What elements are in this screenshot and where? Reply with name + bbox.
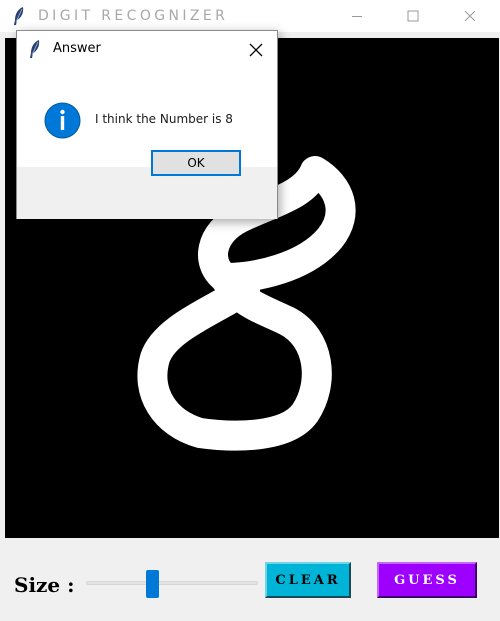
guess-button[interactable]: GUESS — [377, 562, 477, 598]
maximize-icon — [407, 10, 419, 22]
size-label: Size : — [14, 573, 75, 597]
size-slider-track[interactable] — [86, 581, 258, 585]
window-title: DIGIT RECOGNIZER — [38, 8, 229, 24]
dialog-message: I think the Number is 8 — [95, 112, 233, 126]
close-icon — [464, 10, 476, 22]
close-button[interactable] — [447, 0, 493, 32]
minimize-button[interactable] — [334, 0, 380, 32]
size-slider-thumb[interactable] — [146, 570, 159, 598]
clear-button[interactable]: CLEAR — [265, 562, 351, 598]
dialog-close-button[interactable] — [243, 37, 269, 63]
maximize-button[interactable] — [390, 0, 436, 32]
dialog-title: Answer — [53, 41, 101, 56]
app-window: DIGIT RECOGNIZER Size : CLEAR GUESS Answ… — [0, 0, 500, 621]
answer-dialog: Answer I think the Number is 8 — [16, 30, 278, 219]
feather-icon — [14, 7, 24, 25]
info-icon — [44, 102, 81, 139]
title-bar[interactable]: DIGIT RECOGNIZER — [0, 0, 500, 32]
feather-icon — [30, 40, 40, 58]
ok-button[interactable]: OK — [151, 150, 241, 176]
minimize-icon — [352, 16, 362, 17]
close-icon — [249, 43, 263, 57]
